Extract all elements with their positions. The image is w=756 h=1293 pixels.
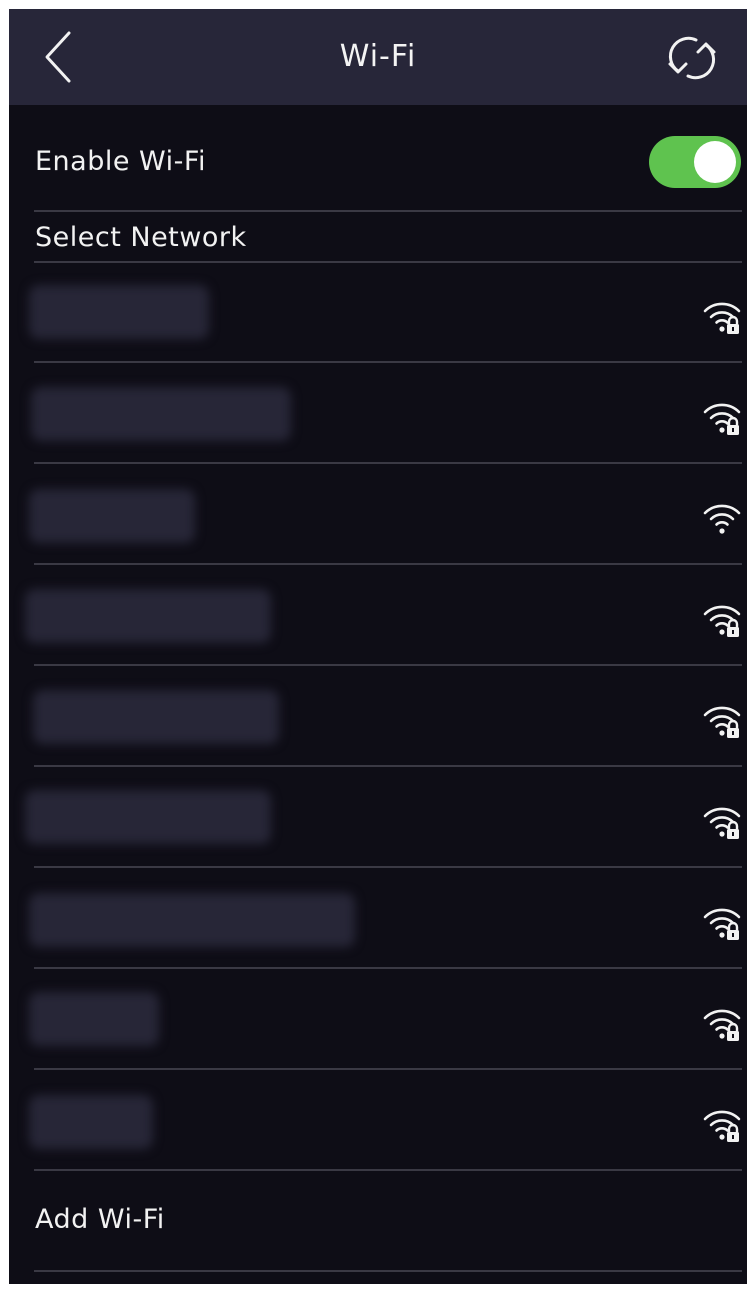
enable-wifi-toggle[interactable]	[649, 136, 741, 188]
network-row[interactable]	[9, 262, 747, 363]
network-name-obscured	[29, 992, 159, 1046]
select-network-label: Select Network	[35, 222, 247, 253]
network-row[interactable]	[9, 969, 747, 1070]
wifi-lock-icon	[703, 807, 741, 839]
network-name-obscured	[29, 285, 209, 339]
network-name-obscured	[31, 387, 291, 441]
page-title: Wi-Fi	[339, 39, 417, 74]
network-row[interactable]	[9, 666, 747, 767]
wifi-icon	[703, 504, 741, 534]
add-wifi-button[interactable]: Add Wi-Fi	[9, 1172, 747, 1272]
divider	[34, 1270, 742, 1272]
wifi-lock-icon	[703, 908, 741, 940]
header-bar: Wi-Fi	[9, 9, 747, 105]
divider	[34, 1169, 742, 1171]
enable-wifi-label: Enable Wi-Fi	[35, 146, 206, 177]
network-row[interactable]	[9, 565, 747, 666]
wifi-lock-icon	[703, 1110, 741, 1142]
wifi-lock-icon	[703, 302, 741, 334]
network-name-obscured	[29, 893, 355, 947]
refresh-icon[interactable]	[664, 31, 720, 85]
network-row[interactable]	[9, 1070, 747, 1171]
network-name-obscured	[25, 790, 271, 844]
network-row[interactable]	[9, 363, 747, 464]
network-row[interactable]	[9, 767, 747, 868]
toggle-knob	[694, 141, 736, 183]
add-wifi-label: Add Wi-Fi	[35, 1204, 165, 1235]
wifi-settings-screen: Wi-Fi Enable Wi-Fi Select Network Add Wi…	[9, 9, 747, 1284]
network-name-obscured	[29, 1095, 153, 1149]
network-row[interactable]	[9, 868, 747, 969]
network-name-obscured	[25, 589, 271, 643]
network-row[interactable]	[9, 464, 747, 565]
wifi-lock-icon	[703, 403, 741, 435]
wifi-lock-icon	[703, 1009, 741, 1041]
wifi-lock-icon	[703, 605, 741, 637]
network-name-obscured	[29, 489, 195, 543]
divider	[34, 210, 742, 212]
wifi-lock-icon	[703, 706, 741, 738]
network-name-obscured	[33, 690, 279, 744]
